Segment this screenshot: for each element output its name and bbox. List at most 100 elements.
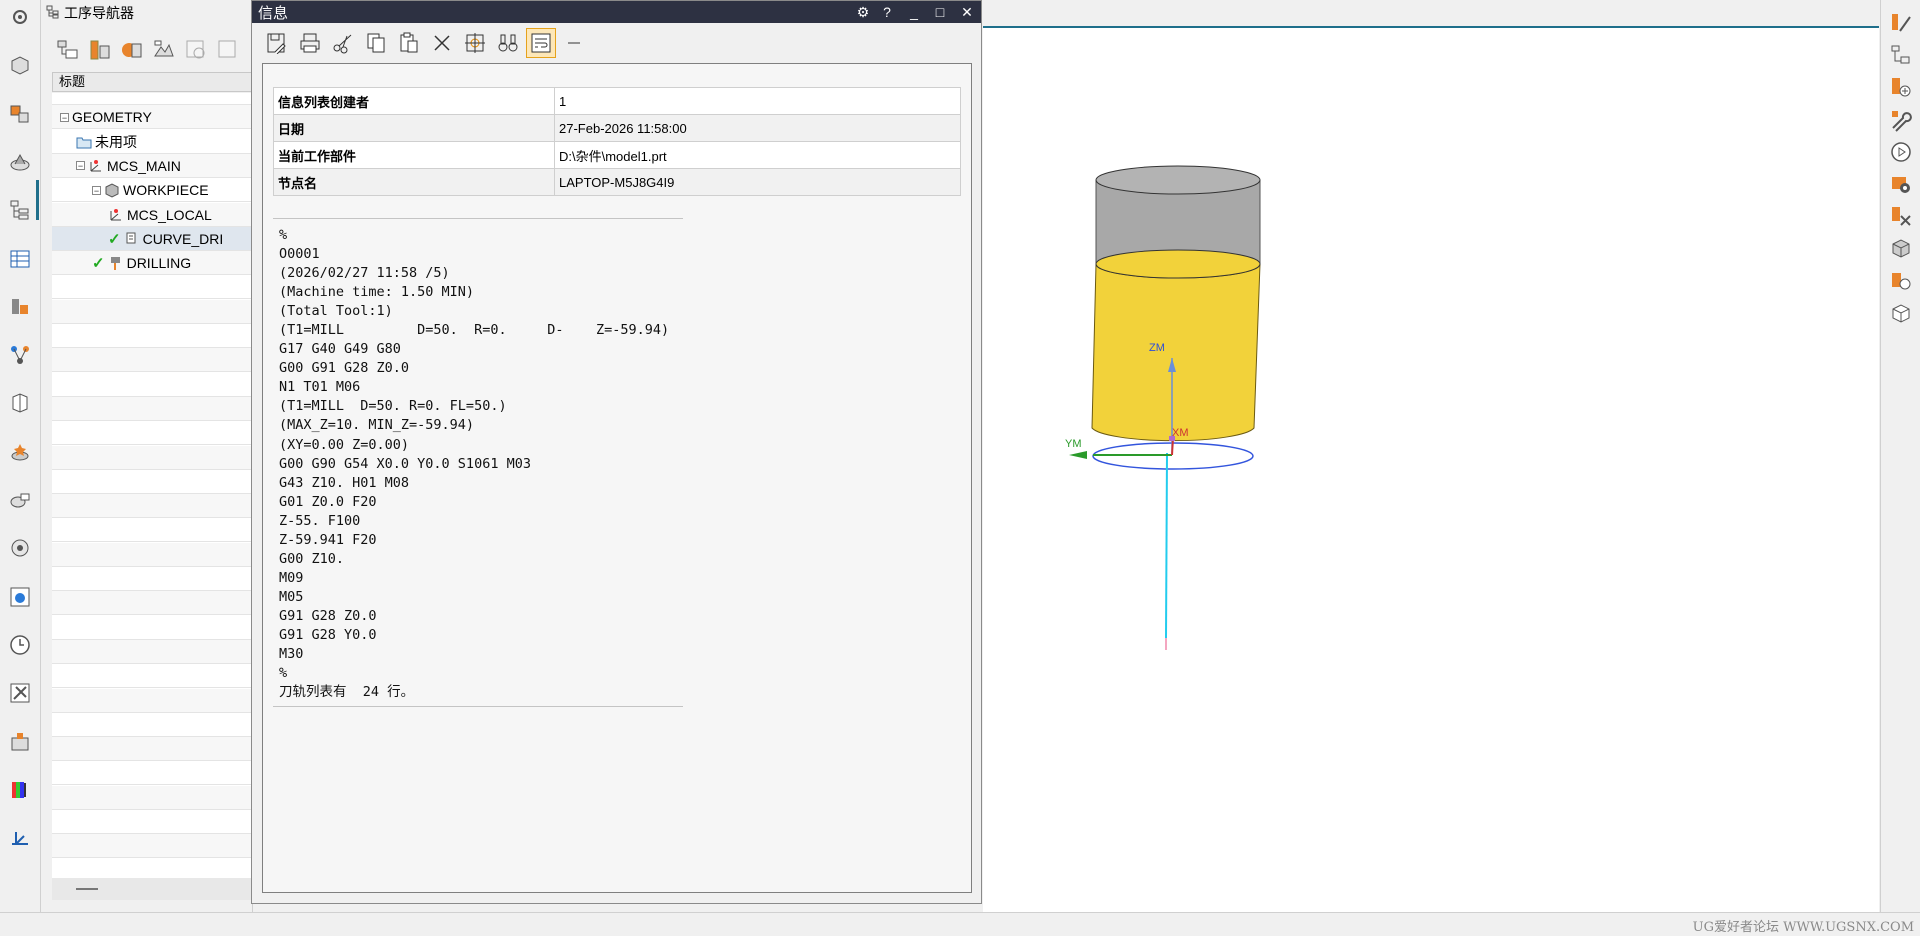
tree-row[interactable]: [52, 445, 252, 470]
program-order-button[interactable]: [1889, 43, 1913, 67]
tool-library-button[interactable]: [8, 681, 32, 705]
tree-row[interactable]: [52, 785, 252, 810]
dialog-minimize-button[interactable]: _: [903, 1, 925, 23]
tree-row[interactable]: [52, 373, 252, 397]
assembly-navigator-button[interactable]: [8, 102, 32, 126]
tree-row[interactable]: [52, 664, 252, 689]
feature-button[interactable]: [8, 343, 32, 367]
settings-gear-button[interactable]: [8, 5, 32, 29]
constraint-button[interactable]: [8, 150, 32, 174]
workpiece-cylinder[interactable]: [1091, 165, 1261, 442]
history-clock-button[interactable]: [8, 633, 32, 657]
table-button[interactable]: [8, 247, 32, 271]
tree-row[interactable]: [52, 810, 252, 834]
part-button[interactable]: [8, 53, 32, 77]
tree-row[interactable]: [52, 542, 252, 567]
tree-node[interactable]: ✓ DRILLING: [92, 254, 191, 272]
tree-row[interactable]: [52, 859, 252, 878]
geometry-view-button[interactable]: [118, 36, 146, 64]
expand-toggle-icon[interactable]: −: [92, 185, 101, 195]
machine-button[interactable]: [8, 730, 32, 754]
machine-tool-button[interactable]: [8, 295, 32, 319]
tree-node[interactable]: 未用项: [76, 133, 137, 151]
tool-edit-button[interactable]: [1889, 11, 1913, 35]
machining-method-view-button[interactable]: [150, 36, 178, 64]
verify-button[interactable]: [1889, 172, 1913, 196]
wrench-button[interactable]: [1889, 108, 1913, 132]
part-family-button[interactable]: [8, 391, 32, 415]
copy-button[interactable]: [361, 28, 391, 58]
delete-button[interactable]: [427, 28, 457, 58]
tree-row[interactable]: [52, 299, 252, 324]
machine-tool-view-button[interactable]: [86, 36, 114, 64]
navigator-column-header[interactable]: 标题: [52, 72, 252, 92]
tree-node[interactable]: − WORKPIECE: [92, 181, 209, 199]
tree-row[interactable]: MCS_LOCAL: [52, 202, 252, 227]
play-button[interactable]: [1889, 140, 1913, 164]
wrap-text-button[interactable]: [526, 28, 556, 58]
create-program-button[interactable]: [182, 36, 210, 64]
feature-machining-button[interactable]: [1889, 269, 1913, 293]
tree-node[interactable]: ✓ CURVE_DRI: [108, 230, 223, 248]
insert-operation-button[interactable]: [1889, 75, 1913, 99]
web-browser-button[interactable]: [8, 585, 32, 609]
tree-node[interactable]: MCS_LOCAL: [108, 206, 212, 224]
tree-node[interactable]: − MCS_MAIN: [76, 157, 181, 175]
tree-row[interactable]: [52, 834, 252, 859]
tree-row[interactable]: − WORKPIECE: [52, 178, 252, 203]
tree-row[interactable]: ✓ DRILLING: [52, 251, 252, 276]
save-button[interactable]: [262, 28, 292, 58]
info-text-area[interactable]: 信息列表创建者 1 日期 27-Feb-2026 11:58:00 当前工作部件 D:\杂…: [262, 63, 972, 893]
reuse-button[interactable]: [8, 440, 32, 464]
tree-row[interactable]: [52, 567, 252, 591]
tree-row[interactable]: [52, 494, 252, 519]
tree-row[interactable]: ✓ CURVE_DRI: [52, 226, 252, 251]
cube-button[interactable]: [1889, 236, 1913, 260]
tree-row[interactable]: − MCS_MAIN: [52, 153, 252, 178]
print-button[interactable]: [295, 28, 325, 58]
roles-button[interactable]: [8, 536, 32, 560]
tree-row[interactable]: [52, 761, 252, 786]
dialog-maximize-button[interactable]: □: [929, 1, 951, 23]
tree-row[interactable]: [52, 275, 252, 300]
tree-row[interactable]: [52, 421, 252, 446]
expand-toggle-icon[interactable]: −: [76, 161, 85, 171]
tree-row[interactable]: − GEOMETRY: [52, 105, 252, 130]
color-palette-button[interactable]: [8, 778, 32, 802]
tree-row[interactable]: 未用项: [52, 130, 252, 154]
graphics-window[interactable]: ZM YM XM: [983, 26, 1879, 912]
find-button[interactable]: [493, 28, 523, 58]
wireframe-button[interactable]: [1889, 301, 1913, 325]
paste-button[interactable]: [394, 28, 424, 58]
collapse-button[interactable]: [559, 28, 589, 58]
nc-code-listing[interactable]: % O0001 (2026/02/27 11:58 /5) (Machine t…: [279, 226, 669, 702]
dialog-help-icon[interactable]: ?: [876, 1, 898, 23]
tree-row[interactable]: [52, 688, 252, 713]
info-dialog-titlebar[interactable]: 信息 ⚙ ? _ □ ✕: [252, 1, 981, 23]
dialog-close-button[interactable]: ✕: [956, 1, 978, 23]
tree-row[interactable]: [52, 616, 252, 640]
3d-model-view[interactable]: ZM YM XM: [983, 28, 1879, 912]
tree-row[interactable]: [52, 93, 252, 105]
program-order-view-button[interactable]: [54, 36, 82, 64]
tool-path-line[interactable]: [1165, 452, 1168, 639]
tree-row[interactable]: [52, 713, 252, 737]
tree-node[interactable]: − GEOMETRY: [60, 108, 152, 126]
measure-button[interactable]: [8, 826, 32, 850]
create-operation-button[interactable]: [214, 36, 242, 64]
delete-path-button[interactable]: [1889, 204, 1913, 228]
expand-toggle-icon[interactable]: −: [60, 112, 69, 122]
resize-grip[interactable]: [76, 888, 98, 890]
dialog-settings-icon[interactable]: ⚙: [852, 1, 874, 23]
tree-row[interactable]: [52, 518, 252, 543]
tree-row[interactable]: [52, 470, 252, 494]
tree-row[interactable]: [52, 737, 252, 762]
center-button[interactable]: [460, 28, 490, 58]
tree-row[interactable]: [52, 396, 252, 421]
tree-row[interactable]: [52, 639, 252, 664]
tree-row[interactable]: [52, 591, 252, 616]
operation-navigator-button[interactable]: [8, 198, 32, 222]
tree-row[interactable]: [52, 324, 252, 348]
cut-button[interactable]: [328, 28, 358, 58]
process-button[interactable]: [8, 488, 32, 512]
